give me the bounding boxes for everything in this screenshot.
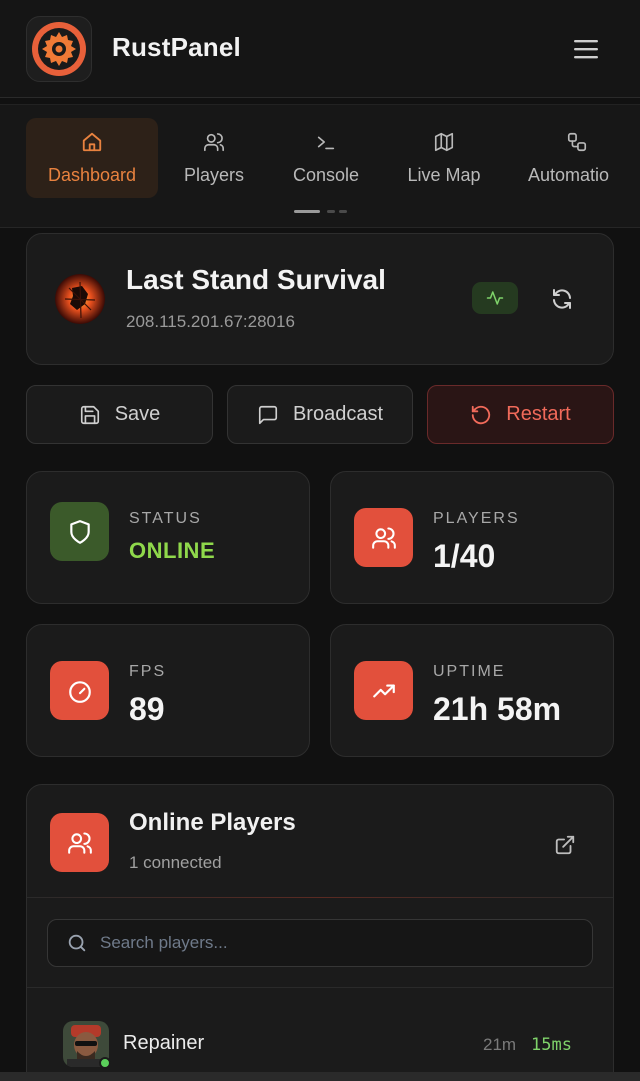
tab-label: Dashboard bbox=[47, 164, 137, 185]
users-icon bbox=[371, 526, 396, 549]
nav-tabs: Dashboard Players Console Live Map Autom… bbox=[0, 104, 640, 228]
row-divider bbox=[27, 987, 613, 988]
player-row[interactable]: Repainer 21m 15ms bbox=[27, 1007, 613, 1077]
hamburger-icon bbox=[574, 40, 598, 59]
tab-dashboard[interactable]: Dashboard bbox=[26, 118, 158, 198]
server-avatar bbox=[55, 274, 105, 324]
tab-players[interactable]: Players bbox=[170, 118, 258, 198]
bottom-bar bbox=[0, 1072, 640, 1081]
tab-live-map[interactable]: Live Map bbox=[394, 118, 494, 198]
home-icon bbox=[82, 132, 102, 151]
search-input[interactable] bbox=[100, 933, 540, 953]
status-card: STATUS ONLINE bbox=[26, 471, 310, 604]
server-card: Last Stand Survival 208.115.201.67:28016 bbox=[26, 233, 614, 365]
refresh-icon bbox=[553, 289, 571, 309]
scroll-indicator-dot bbox=[327, 210, 335, 213]
save-button[interactable]: Save bbox=[26, 385, 213, 444]
tab-label: Automatio bbox=[528, 164, 610, 185]
tab-label: Console bbox=[292, 164, 360, 185]
map-icon bbox=[434, 132, 454, 151]
fps-icon-box bbox=[50, 661, 109, 720]
panel-divider bbox=[27, 897, 613, 898]
users-icon bbox=[67, 831, 92, 854]
health-badge bbox=[472, 282, 518, 314]
activity-icon bbox=[486, 291, 504, 305]
uptime-card: UPTIME 21h 58m bbox=[330, 624, 614, 757]
scroll-indicator-active bbox=[294, 210, 320, 213]
scroll-indicator-dot bbox=[339, 210, 347, 213]
uptime-value: 21h 58m bbox=[433, 691, 562, 727]
message-icon bbox=[258, 405, 278, 424]
external-link-icon bbox=[555, 835, 575, 855]
server-address: 208.115.201.67:28016 bbox=[126, 312, 295, 331]
broadcast-label: Broadcast bbox=[292, 403, 384, 425]
players-label: PLAYERS bbox=[433, 510, 520, 527]
tab-label: Live Map bbox=[407, 164, 481, 185]
player-ping: 15ms bbox=[531, 1035, 572, 1055]
shield-icon bbox=[69, 519, 90, 544]
status-icon-box bbox=[50, 502, 109, 561]
status-value: ONLINE bbox=[129, 538, 216, 563]
server-name: Last Stand Survival bbox=[126, 264, 386, 295]
app-header: RustPanel bbox=[0, 0, 640, 98]
refresh-button[interactable] bbox=[547, 284, 577, 314]
player-session-time: 21m bbox=[483, 1035, 517, 1054]
fps-label: FPS bbox=[129, 663, 167, 680]
gear-logo-icon bbox=[32, 22, 86, 76]
terminal-icon bbox=[317, 136, 335, 149]
save-label: Save bbox=[114, 403, 161, 425]
online-players-count: 1 connected bbox=[129, 853, 222, 872]
players-value: 1/40 bbox=[433, 538, 496, 574]
online-players-icon-box bbox=[50, 813, 109, 872]
gauge-icon bbox=[68, 680, 91, 703]
players-card: PLAYERS 1/40 bbox=[330, 471, 614, 604]
trending-up-icon bbox=[372, 684, 395, 697]
online-players-panel: Online Players 1 connected Repainer 21m … bbox=[26, 784, 614, 1081]
users-icon bbox=[204, 132, 224, 151]
tab-automation[interactable]: Automatio bbox=[520, 118, 630, 198]
player-name: Repainer bbox=[123, 1032, 205, 1054]
fps-card: FPS 89 bbox=[26, 624, 310, 757]
uptime-label: UPTIME bbox=[433, 663, 506, 680]
players-icon-box bbox=[354, 508, 413, 567]
restart-icon bbox=[472, 405, 491, 424]
online-indicator bbox=[99, 1057, 111, 1069]
tab-label: Players bbox=[183, 164, 245, 185]
menu-button[interactable] bbox=[566, 30, 606, 68]
app-logo bbox=[26, 16, 92, 82]
fps-value: 89 bbox=[129, 691, 165, 727]
status-label: STATUS bbox=[129, 510, 202, 527]
uptime-icon-box bbox=[354, 661, 413, 720]
tab-console[interactable]: Console bbox=[280, 118, 372, 198]
save-icon bbox=[80, 405, 99, 424]
open-players-button[interactable] bbox=[551, 831, 579, 859]
workflow-icon bbox=[567, 132, 587, 151]
online-players-title: Online Players bbox=[129, 809, 296, 836]
server-emblem-icon bbox=[55, 274, 105, 324]
restart-button[interactable]: Restart bbox=[427, 385, 614, 444]
player-search[interactable] bbox=[47, 919, 593, 967]
broadcast-button[interactable]: Broadcast bbox=[227, 385, 413, 444]
search-icon bbox=[68, 934, 86, 952]
app-title: RustPanel bbox=[112, 32, 241, 62]
restart-label: Restart bbox=[506, 403, 571, 425]
